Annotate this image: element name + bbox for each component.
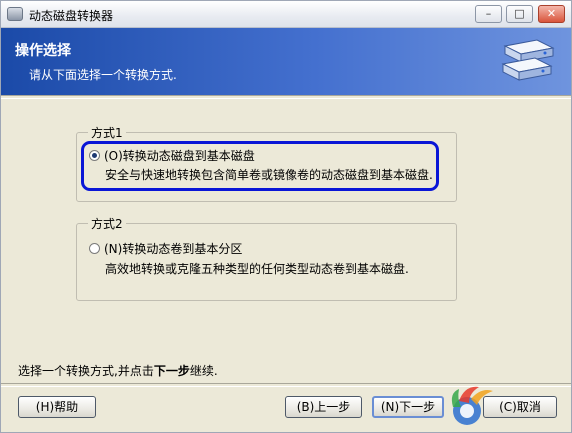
group-label-2: 方式2 — [88, 215, 126, 232]
page-subtitle: 请从下面选择一个转换方式. — [29, 68, 177, 82]
option-label-2[interactable]: (N)转换动态卷到基本分区 — [104, 240, 242, 257]
help-button[interactable]: (H)帮助 — [18, 396, 96, 418]
status-emphasis: 下一步 — [153, 364, 190, 378]
app-window: 动态磁盘转换器 – □ ✕ 操作选择 请从下面选择一个转换方式. 方式1 (O)… — [0, 0, 572, 433]
window-title: 动态磁盘转换器 — [29, 9, 114, 23]
status-text: 选择一个转换方式,并点击下一步继续. — [18, 362, 218, 379]
header-divider — [1, 95, 571, 99]
radio-option-2[interactable]: (N)转换动态卷到基本分区 — [89, 240, 242, 257]
next-button[interactable]: (N)下一步 — [372, 396, 444, 418]
disk-stack-icon — [501, 39, 555, 81]
wizard-header: 操作选择 请从下面选择一个转换方式. — [1, 28, 571, 95]
radio-button-2[interactable] — [89, 243, 100, 254]
back-button[interactable]: (B)上一步 — [285, 396, 362, 418]
status-suffix: 继续. — [189, 364, 218, 378]
minimize-button[interactable]: – — [475, 5, 502, 23]
group-label-1: 方式1 — [88, 124, 126, 141]
page-title: 操作选择 — [15, 43, 71, 59]
watermark-logo-icon — [451, 386, 493, 425]
maximize-button[interactable]: □ — [506, 5, 533, 23]
option-group-2: 方式2 (N)转换动态卷到基本分区 高效地转换或克隆五种类型的任何类型动态卷到基… — [76, 215, 457, 301]
focus-ring — [81, 141, 439, 191]
close-button[interactable]: ✕ — [538, 5, 565, 23]
status-prefix: 选择一个转换方式,并点击 — [18, 364, 154, 378]
title-bar[interactable]: 动态磁盘转换器 – □ ✕ — [1, 1, 571, 28]
disk-app-icon — [7, 7, 23, 21]
option-description-2: 高效地转换或克隆五种类型的任何类型动态卷到基本磁盘. — [105, 262, 409, 276]
